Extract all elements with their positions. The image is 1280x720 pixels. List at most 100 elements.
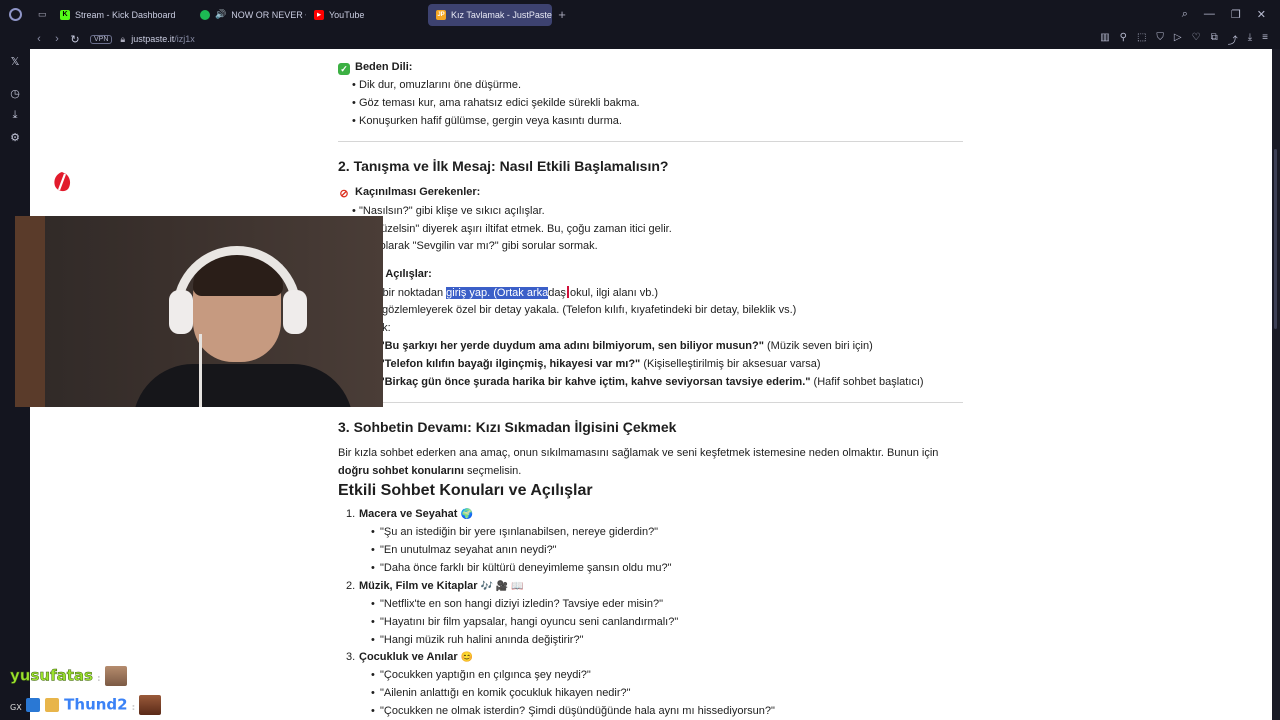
page-scrollbar[interactable]	[1272, 49, 1280, 720]
tab-label: Kız Tavlamak - JustPaste.i	[451, 9, 552, 20]
streamer-shirt	[133, 364, 353, 407]
text: okul, ilgi alanı vb.)	[570, 287, 659, 299]
url-field[interactable]: justpaste.it/izj1x	[131, 34, 195, 44]
maximize-icon[interactable]: ❐	[1231, 8, 1241, 21]
list-item: k bir noktadan giriş yap. (Ortak arkadaş…	[374, 286, 658, 299]
headset-cup-left	[169, 290, 193, 334]
topic-item: "En unutulmaz seyahat anın neydi?"	[338, 544, 557, 556]
badge-prefix: GX	[10, 702, 22, 712]
example-quote: 'Telefon kılıfın bayağı ilginçmiş, hikay…	[382, 358, 641, 370]
tab-youtube[interactable]: ▶ YouTube	[306, 4, 428, 26]
topic-item: "Ailenin anlattığı en komik çocukluk hik…	[338, 687, 631, 699]
list-item: Göz teması kur, ama rahatsız edici şekil…	[338, 97, 640, 109]
url-host: justpaste.it	[131, 34, 175, 44]
download-icon[interactable]: ⤓	[1248, 32, 1252, 47]
settings-icon[interactable]: ⚙	[0, 126, 30, 148]
downloads-icon[interactable]: ⤓	[0, 104, 30, 126]
example-item: 'Telefon kılıfın bayağı ilginçmiş, hikay…	[382, 358, 821, 370]
speaker-icon: 🔊	[215, 9, 227, 19]
history-icon[interactable]: ◷	[0, 82, 30, 104]
topic-item: "Şu an istediğin bir yere ışınlanabilsen…	[338, 526, 658, 538]
new-tab-button[interactable]: +	[555, 7, 569, 22]
play-icon[interactable]: ▷	[1174, 32, 1182, 47]
reader-icon[interactable]: ▥	[1100, 32, 1109, 47]
topic-number: 2.	[346, 580, 356, 592]
checkmark-icon: ✓	[338, 63, 350, 75]
reload-icon[interactable]: ↻	[66, 33, 84, 46]
music-film-book-icon: 🎶 🎥 📖	[480, 581, 524, 592]
share-icon[interactable]: ⤴	[1228, 32, 1238, 47]
section-2-heading: 2. Tanışma ve İlk Mesaj: Nasıl Etkili Ba…	[338, 158, 669, 174]
stream-logo-icon	[54, 172, 71, 192]
extensions-icon[interactable]: ⧉	[1211, 32, 1218, 47]
topic-title: 1. Macera ve Seyahat 🌍	[338, 508, 473, 520]
tab-spotify[interactable]: 🔊 NOW OR NEVER • Tka	[192, 4, 306, 26]
good-openings-heading: u Açılışlar:	[376, 268, 432, 280]
scrollbar-thumb[interactable]	[1274, 149, 1277, 329]
webcam-overlay	[15, 216, 383, 407]
topic-text: Müzik, Film ve Kitaplar	[359, 580, 478, 592]
example-item: 'Birkaç gün önce şurada harika bir kahve…	[382, 376, 924, 388]
chat-message: yusufatas:	[10, 666, 127, 686]
chat-message: GX Thund2:	[10, 695, 162, 715]
topic-text: Çocukluk ve Anılar	[359, 651, 458, 663]
example-note: (Kişiselleştirilmiş bir aksesuar varsa)	[640, 358, 821, 370]
tab-label: YouTube	[329, 9, 365, 20]
body-language-heading: ✓ Beden Dili:	[338, 61, 412, 75]
address-bar: ‹ › ↻ VPN 🔒︎ justpaste.it/izj1x ▥ ⚲ ⬚ ⛉ …	[0, 29, 1280, 49]
tab-justpaste[interactable]: JP Kız Tavlamak - JustPaste.i	[428, 3, 552, 26]
menu-icon[interactable]: ≡	[1262, 32, 1268, 47]
paragraph: doğru sohbet konularını seçmelisin.	[338, 465, 521, 477]
webcam-door	[15, 216, 45, 407]
lock-icon[interactable]: 🔒︎	[120, 34, 125, 45]
paragraph: Bir kızla sohbet ederken ana amaç, onun …	[338, 447, 939, 459]
list-item: kt olarak "Sevgilin var mı?" gibi sorula…	[368, 240, 598, 252]
example-note: (Hafif sohbet başlatıcı)	[810, 376, 924, 388]
headset-cup-right	[283, 290, 307, 334]
opera-menu-icon[interactable]	[0, 0, 30, 29]
forward-icon[interactable]: ›	[48, 33, 66, 45]
chat-colon: :	[131, 702, 136, 713]
emote-icon	[104, 666, 127, 686]
shield-icon[interactable]: ⛉	[1156, 32, 1164, 47]
kick-icon: K	[60, 9, 70, 20]
avoid-heading: ⊘ Kaçınılması Gerekenler:	[338, 186, 480, 200]
bold-text: doğru sohbet konularını	[338, 465, 464, 477]
text: daş	[548, 287, 566, 299]
divider	[338, 141, 963, 142]
list-item: Konuşurken hafif gülümse, gergin veya ka…	[338, 115, 622, 127]
selected-text[interactable]: giriş yap. (Ortak arka	[446, 287, 549, 299]
search-icon[interactable]: ⌕	[1182, 8, 1188, 21]
text-cursor	[567, 286, 569, 298]
x-twitter-icon[interactable]: 𝕏	[0, 50, 30, 72]
back-icon[interactable]: ‹	[30, 33, 48, 45]
vpn-badge[interactable]: VPN	[90, 34, 113, 44]
tab-label: Stream - Kick Dashboard	[75, 9, 176, 20]
topic-number: 3.	[346, 651, 356, 663]
pin-icon[interactable]: ⚲	[1120, 32, 1127, 47]
close-icon[interactable]: ✕	[1257, 8, 1266, 21]
topic-number: 1.	[346, 508, 356, 520]
text: k bir noktadan	[374, 287, 447, 299]
heart-icon[interactable]: ♡	[1192, 32, 1201, 47]
snapshot-icon[interactable]: ⬚	[1137, 32, 1146, 47]
tab-workspaces-icon[interactable]: ▭	[30, 4, 52, 26]
topic-item: "Hayatını bir film yapsalar, hangi oyunc…	[338, 616, 678, 628]
topic-item: "Hangi müzik ruh halini anında değiştiri…	[338, 634, 583, 646]
spotify-icon	[200, 9, 210, 20]
topic-item: "Netflix'te en son hangi diziyi izledin?…	[338, 598, 663, 610]
emote-icon	[139, 695, 162, 715]
justpaste-icon: JP	[436, 9, 446, 20]
tab-kick-dashboard[interactable]: K Stream - Kick Dashboard	[52, 4, 192, 26]
smile-icon: 😊	[460, 652, 474, 663]
minimize-icon[interactable]: —	[1204, 8, 1215, 21]
badge-icon	[44, 698, 59, 712]
topic-title: 2. Müzik, Film ve Kitaplar 🎶 🎥 📖	[338, 580, 524, 592]
example-quote: 'Birkaç gün önce şurada harika bir kahve…	[382, 376, 811, 388]
topic-item: "Daha önce farklı bir kültürü deneyimlem…	[338, 562, 672, 574]
divider	[338, 402, 963, 403]
chat-username: Thund2	[64, 695, 128, 714]
list-item: gözlemleyerek özel bir detay yakala. (Te…	[382, 304, 797, 316]
tab-bar: ▭ K Stream - Kick Dashboard 🔊 NOW OR NEV…	[0, 0, 1280, 29]
chat-username: yusufatas	[10, 666, 93, 685]
